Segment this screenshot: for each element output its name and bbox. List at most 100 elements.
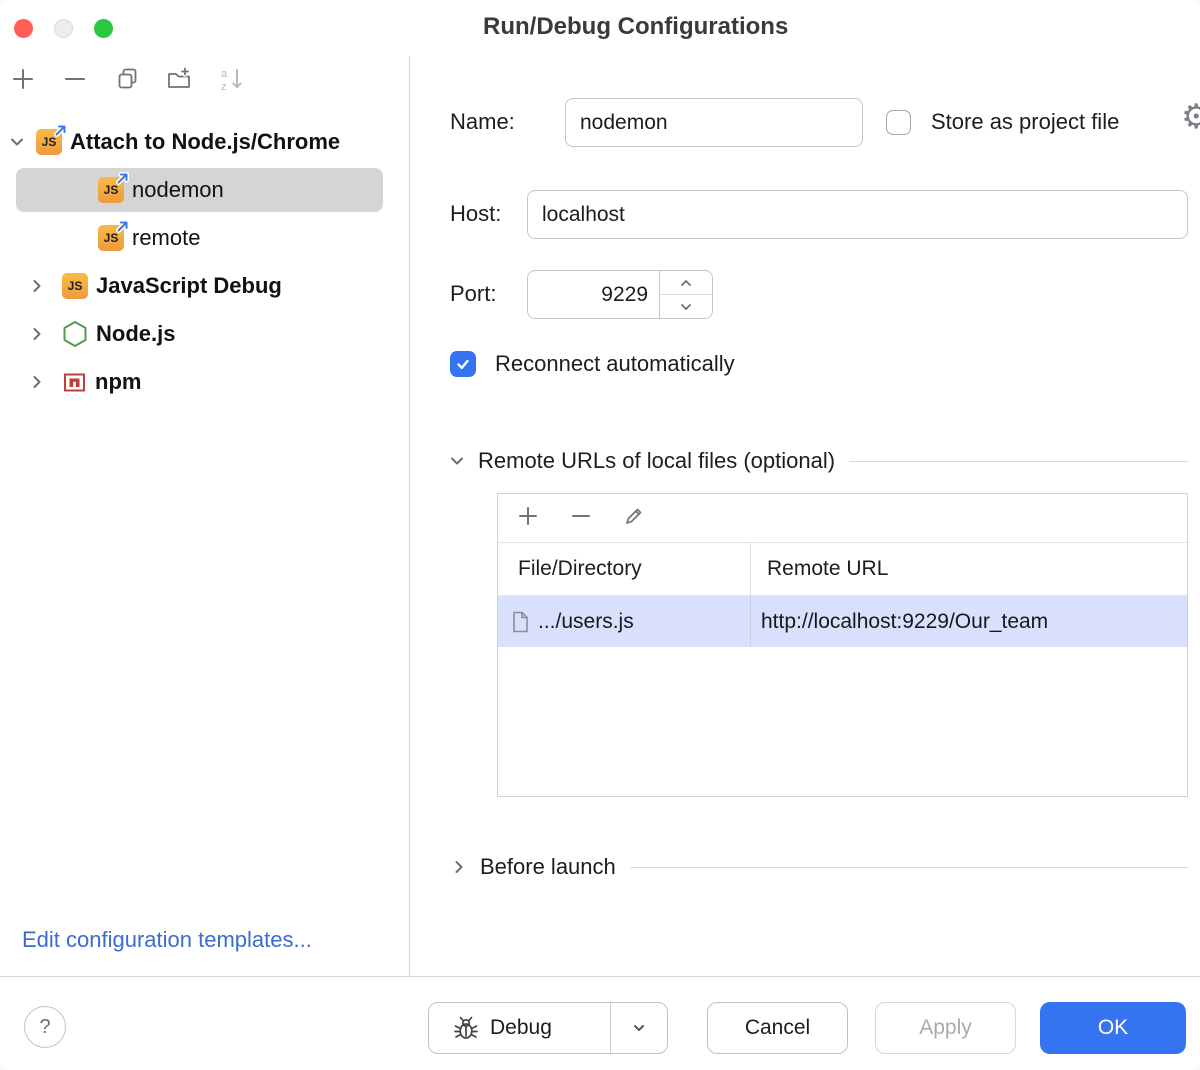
chevron-right-icon: [450, 858, 468, 876]
name-label: Name:: [450, 109, 515, 135]
reconnect-automatically-label: Reconnect automatically: [495, 351, 735, 377]
remote-urls-table: File/Directory Remote URL .../users.js h…: [497, 493, 1188, 797]
tree-item-attach-group[interactable]: JS Attach to Node.js/Chrome: [0, 118, 409, 166]
before-launch-section-label: Before launch: [480, 854, 616, 880]
debug-options-dropdown[interactable]: [611, 1003, 667, 1053]
table-edit-button[interactable]: [621, 505, 647, 531]
minus-icon: [569, 504, 593, 533]
port-decrement-button[interactable]: [660, 295, 712, 318]
dialog-title: Run/Debug Configurations: [483, 13, 788, 41]
tree-item-nodejs[interactable]: Node.js: [0, 310, 409, 358]
configuration-editor: Name: Store as project file ⚙ Host: Port…: [411, 56, 1200, 977]
ok-button[interactable]: OK: [1040, 1002, 1186, 1054]
window-controls: [14, 19, 113, 38]
chevron-right-icon[interactable]: [28, 325, 46, 343]
remote-urls-section-label: Remote URLs of local files (optional): [478, 448, 835, 474]
attach-arrow-icon: [115, 219, 130, 239]
table-remove-button[interactable]: [568, 505, 594, 531]
apply-button[interactable]: Apply: [875, 1002, 1016, 1054]
svg-text:z: z: [221, 81, 227, 92]
javascript-icon: JS: [62, 273, 88, 299]
npm-icon: [62, 370, 87, 395]
svg-text:a: a: [221, 68, 228, 80]
chevron-right-icon[interactable]: [28, 373, 46, 391]
table-row[interactable]: .../users.js http://localhost:9229/Our_t…: [498, 596, 1187, 647]
question-mark-icon: ?: [39, 1016, 50, 1039]
debug-split-button: Debug: [428, 1002, 668, 1054]
remove-configuration-button[interactable]: [62, 68, 88, 94]
plus-icon: [10, 66, 36, 97]
port-increment-button[interactable]: [660, 271, 712, 295]
attach-arrow-icon: [53, 123, 68, 143]
pencil-icon: [622, 504, 646, 533]
tree-item-label: nodemon: [132, 177, 224, 203]
port-stepper: [659, 271, 712, 318]
name-input[interactable]: [565, 98, 863, 147]
sidebar-toolbar: az: [0, 56, 409, 106]
host-input[interactable]: [527, 190, 1188, 239]
file-directory-cell: .../users.js: [538, 610, 634, 634]
debug-button-label: Debug: [490, 1016, 552, 1040]
chevron-down-icon: [448, 452, 466, 470]
bug-icon: [453, 1015, 479, 1041]
tree-item-label: remote: [132, 225, 200, 251]
new-folder-button[interactable]: [166, 68, 192, 94]
remote-urls-section-header[interactable]: Remote URLs of local files (optional): [448, 445, 1188, 477]
minimize-window-button[interactable]: [54, 19, 73, 38]
tree-item-remote[interactable]: JS remote: [0, 214, 409, 262]
minus-icon: [62, 66, 88, 97]
table-add-button[interactable]: [515, 505, 541, 531]
titlebar: Run/Debug Configurations: [0, 0, 1200, 56]
tree-item-label: Node.js: [96, 321, 175, 347]
edit-templates-link[interactable]: Edit configuration templates...: [22, 927, 312, 953]
sort-az-icon: az: [218, 66, 244, 97]
dialog-footer: ? Debug C: [0, 976, 1200, 1070]
help-button[interactable]: ?: [24, 1006, 66, 1048]
table-header-row: File/Directory Remote URL: [498, 543, 1187, 596]
tree-item-nodemon[interactable]: JS nodemon: [0, 166, 409, 214]
tree-item-javascript-debug[interactable]: JS JavaScript Debug: [0, 262, 409, 310]
section-divider: [849, 461, 1188, 462]
file-icon: [511, 611, 529, 633]
checkmark-icon: [455, 356, 471, 372]
plus-icon: [516, 504, 540, 533]
copy-configuration-button[interactable]: [114, 68, 140, 94]
reconnect-automatically-checkbox[interactable]: [450, 351, 476, 377]
port-spinner: [527, 270, 713, 319]
chevron-down-icon: [680, 298, 692, 316]
before-launch-section-header[interactable]: Before launch: [450, 851, 1188, 883]
js-attach-icon: JS: [98, 177, 124, 203]
tree-item-label: npm: [95, 369, 141, 395]
cancel-button[interactable]: Cancel: [707, 1002, 848, 1054]
debug-button[interactable]: Debug: [429, 1003, 610, 1053]
js-attach-icon: JS: [98, 225, 124, 251]
run-debug-configurations-dialog: Run/Debug Configurations: [0, 0, 1200, 1070]
table-toolbar: [498, 494, 1187, 543]
close-window-button[interactable]: [14, 19, 33, 38]
column-header-file-directory: File/Directory: [498, 543, 751, 595]
host-label: Host:: [450, 201, 501, 227]
configurations-tree: JS Attach to Node.js/Chrome JS nodemon: [0, 106, 409, 406]
nodejs-hexagon-icon: [62, 320, 88, 348]
section-divider: [630, 867, 1188, 868]
tree-item-npm[interactable]: npm: [0, 358, 409, 406]
tree-item-label: Attach to Node.js/Chrome: [70, 129, 340, 155]
chevron-down-icon: [631, 1020, 647, 1036]
chevron-up-icon: [680, 274, 692, 292]
chevron-right-icon[interactable]: [28, 277, 46, 295]
store-as-project-file-label: Store as project file: [931, 109, 1119, 135]
store-as-project-file-checkbox[interactable]: [886, 110, 911, 135]
sort-configurations-button[interactable]: az: [218, 68, 244, 94]
new-folder-icon: [166, 66, 192, 97]
column-header-remote-url: Remote URL: [751, 557, 888, 581]
js-attach-icon: JS: [36, 129, 62, 155]
tree-item-label: JavaScript Debug: [96, 273, 282, 299]
zoom-window-button[interactable]: [94, 19, 113, 38]
settings-gear-icon[interactable]: ⚙: [1181, 100, 1200, 134]
copy-icon: [115, 66, 140, 96]
port-label: Port:: [450, 281, 496, 307]
add-configuration-button[interactable]: [10, 68, 36, 94]
configurations-sidebar: az JS Attach to Node.js/Chrome: [0, 56, 410, 977]
chevron-down-icon[interactable]: [8, 133, 26, 151]
remote-url-cell: http://localhost:9229/Our_team: [751, 610, 1048, 634]
